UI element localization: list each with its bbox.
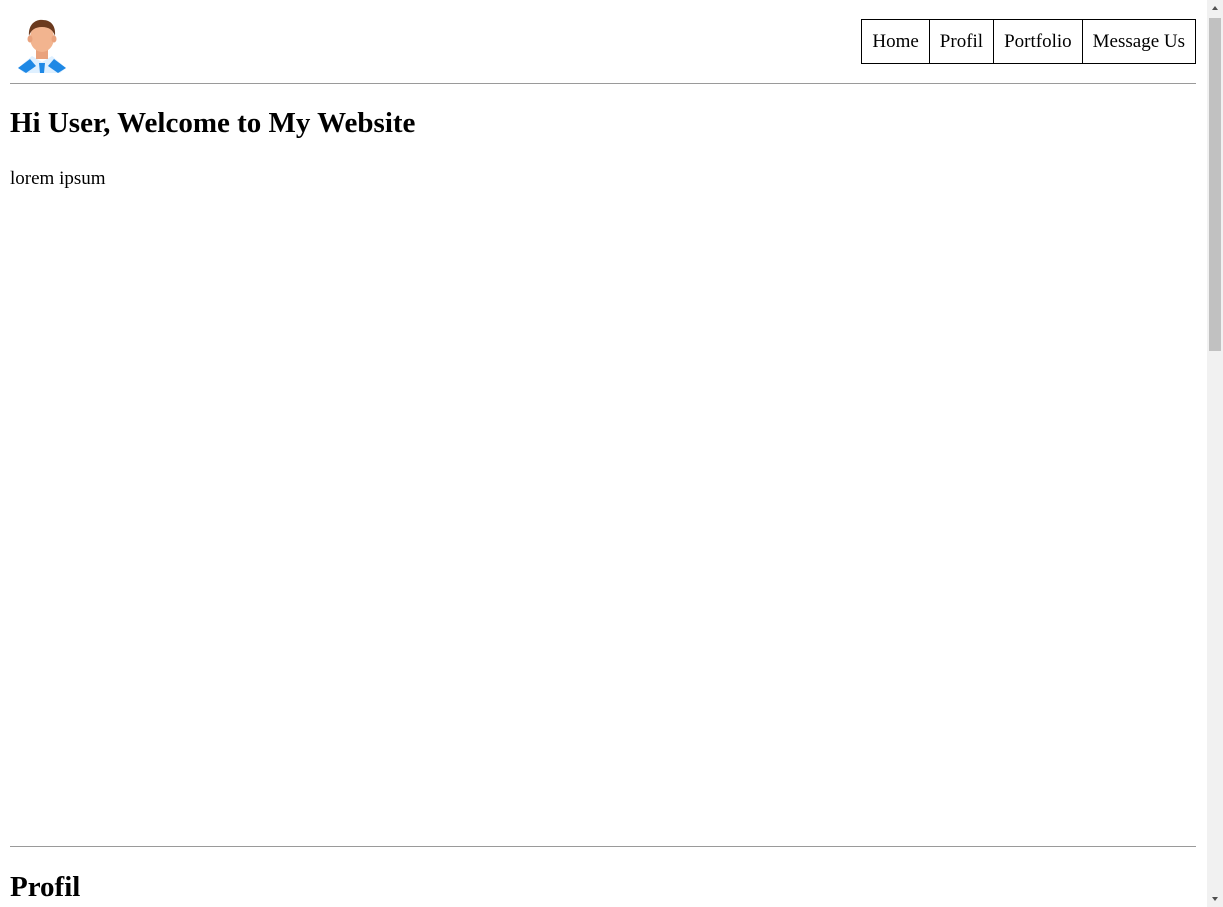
nav-item-portfolio[interactable]: Portfolio [993, 19, 1083, 64]
header-divider [10, 83, 1196, 84]
scroll-up-icon[interactable] [1207, 0, 1223, 16]
scroll-down-icon[interactable] [1207, 891, 1223, 907]
profil-section-heading: Profil [10, 871, 81, 903]
section-divider [10, 846, 1196, 847]
nav-item-home[interactable]: Home [861, 19, 930, 64]
browser-viewport: Home Profil Portfolio Message Us Hi User… [0, 0, 1223, 907]
nav-item-message-us[interactable]: Message Us [1081, 19, 1196, 64]
welcome-text: lorem ipsum [10, 168, 106, 189]
scrollbar-thumb[interactable] [1209, 18, 1221, 351]
welcome-heading: Hi User, Welcome to My Website [10, 107, 416, 139]
user-avatar-icon[interactable] [16, 16, 68, 74]
vertical-scrollbar[interactable] [1207, 0, 1223, 907]
site-header: Home Profil Portfolio Message Us [10, 0, 1196, 84]
main-nav: Home Profil Portfolio Message Us [861, 19, 1196, 64]
nav-item-profil[interactable]: Profil [928, 19, 995, 64]
page-content: Home Profil Portfolio Message Us Hi User… [0, 0, 1207, 907]
